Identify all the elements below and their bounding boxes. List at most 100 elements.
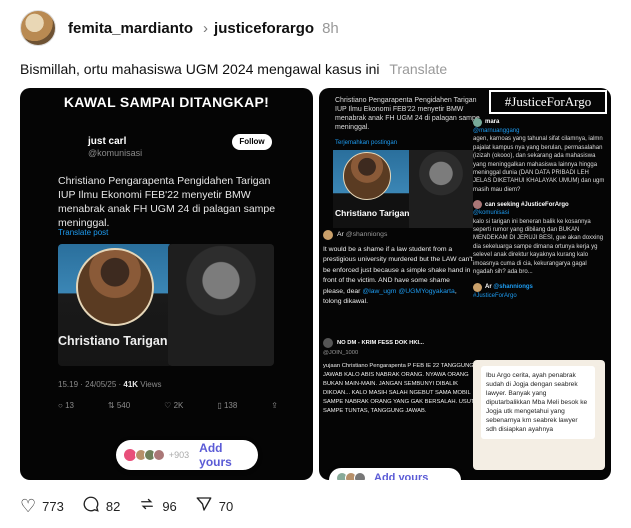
embedded-post-b: NO DM - KRIM FESS DOK HKI... @JOIN_1000 … (323, 338, 475, 416)
post-author: Ar (337, 231, 344, 238)
profile-photo (343, 152, 391, 200)
post-actions: ♡ 773 82 96 70 (20, 495, 251, 518)
embedded-post: mara @marnuanggang agen, karnoas yang ta… (473, 118, 607, 194)
like-button[interactable]: ♡ 773 (20, 496, 64, 517)
post-header: NO DM - KRIM FESS DOK HKI... (323, 338, 475, 348)
avatar (473, 282, 482, 292)
like-count: 773 (42, 499, 64, 514)
embedded-posts-right: mara @marnuanggang agen, karnoas yang ta… (473, 118, 607, 306)
repost-icon (138, 495, 156, 518)
reply-count: 13 (65, 401, 74, 410)
chat-screenshot: Ibu Argo cerita, ayah penabrak sudah di … (473, 360, 605, 470)
tweet-views-label: Views (138, 380, 162, 389)
add-yours-count: +903 (168, 450, 190, 460)
post-author: Ar (485, 283, 492, 290)
post-text: yujaan Christiano Pengarapenta P FEB IE … (323, 363, 475, 414)
repost-count: 540 (116, 401, 131, 410)
post-author: NO DM - KRIM FESS DOK HKI... (337, 339, 424, 346)
post-handle: @JOIN_1000 (323, 350, 359, 356)
share-button[interactable]: 70 (195, 495, 233, 518)
post-handle: @shanniongs (493, 283, 533, 290)
post-text: agen, karnoas yang tahunal sifat cilamny… (473, 136, 605, 193)
photo-caption: Christiano Tarigan (58, 334, 168, 348)
like-stat: ♡ 2K (164, 401, 183, 410)
avatar (323, 230, 333, 241)
post-author: can seeking #JusticeForArgo (485, 201, 569, 208)
embedded-post-a: Ar @shanniongs It would be a shame if a … (323, 230, 473, 308)
add-yours-label: Add yours (199, 441, 232, 469)
avatar (152, 449, 165, 461)
tweet-meta-time: 15.19 · 24/05/25 · (58, 380, 124, 389)
tweet-translate: Translate post (58, 228, 109, 237)
screenshot-text: Christiano Pengarapenta Pengidahen Tarig… (335, 97, 480, 131)
add-yours-label: Add yours (374, 472, 429, 480)
embedded-post: can seeking #JusticeForArgo @komunisasi … (473, 200, 607, 276)
screenshot-photo-right (409, 150, 473, 228)
repost-icon: ⇅ (107, 401, 117, 410)
tweet-author-name: just carl (88, 136, 127, 147)
avatar[interactable] (20, 10, 56, 46)
tweet-views: 41K (123, 380, 139, 389)
heart-icon: ♡ (164, 401, 174, 410)
heart-icon: ♡ (20, 496, 37, 516)
mention-link: @UGMYogyakarta (398, 287, 455, 295)
tweet-text: Christiano Pengarapenta Pengidahen Tarig… (58, 175, 276, 229)
chevron-right-icon: › (203, 19, 209, 37)
avatar (354, 472, 366, 480)
post-text: kalo si tarigan ini beneran balik ke kos… (473, 218, 604, 276)
embedded-post: Ar @shanniongs #JusticeForArgo (473, 282, 607, 300)
repost-button[interactable]: 96 (138, 495, 177, 518)
hashtag-title: #JusticeForArgo (489, 90, 607, 114)
add-yours-button[interactable]: +903 Add yours (116, 440, 258, 470)
caption-text: Bismillah, ortu mahasiswa UGM 2024 menga… (20, 61, 380, 77)
screenshot-photo-left: Christiano Tarigan (333, 150, 411, 228)
reply-stat: ○ 13 (58, 401, 74, 410)
comment-count: 82 (105, 499, 121, 514)
avatar (473, 200, 482, 210)
participant-avatars (336, 472, 366, 480)
hashtag-text: #JusticeForArgo (473, 292, 517, 299)
reply-icon: ○ (58, 401, 66, 410)
community-name[interactable]: justiceforargo (214, 20, 314, 37)
mention-link: @law_ugm (362, 287, 397, 295)
post-handle: @marnuanggang (473, 128, 520, 134)
tweet-meta: 15.19 · 24/05/25 · 41K Views (58, 380, 162, 389)
profile-photo (76, 248, 154, 326)
post-time: 8h (322, 19, 339, 37)
send-icon (195, 495, 213, 518)
follow-button: Follow (232, 134, 272, 150)
post-handle: @komunisasi (473, 210, 510, 217)
post-header: mara (473, 118, 607, 127)
avatar (323, 338, 333, 348)
chat-bubble: Ibu Argo cerita, ayah penabrak sudah di … (481, 366, 595, 439)
add-yours-button[interactable]: Add yours (329, 468, 461, 480)
post-header: Ar @shanniongs (473, 282, 607, 292)
username[interactable]: femita_mardianto (68, 20, 193, 37)
avatar (473, 118, 482, 127)
repost-count: 96 (162, 499, 177, 514)
banner-text: KAWAL SAMPAI DITANGKAP! (63, 94, 270, 110)
post-caption: Bismillah, ortu mahasiswa UGM 2024 menga… (20, 61, 447, 77)
tweet-author-handle: @komunisasi (88, 148, 143, 158)
tweet-actions: ○ 13 ⇅ 540 ♡ 2K ▯ 138 ⇪ (58, 401, 278, 410)
share-count: 70 (218, 499, 234, 514)
image-card-2[interactable]: Christiano Pengarapenta Pengidahen Tarig… (319, 88, 611, 480)
comment-icon (82, 495, 100, 518)
bookmark-count: 138 (223, 401, 238, 410)
translate-link[interactable]: Translate (389, 61, 447, 77)
post-handle: @shanniongs (345, 231, 388, 238)
share-icon: ⇪ (271, 401, 278, 410)
post-header: Ar @shanniongs (323, 230, 473, 241)
photo-caption: Christiano Tarigan (335, 208, 410, 218)
tweet-photo-right (168, 244, 274, 366)
bookmark-icon: ▯ (217, 401, 224, 410)
post-header: femita_mardianto › justiceforargo 8h (20, 8, 339, 48)
comment-button[interactable]: 82 (82, 495, 120, 518)
image-card-1[interactable]: KAWAL SAMPAI DITANGKAP! just carl @komun… (20, 88, 313, 480)
post-author: mara (485, 119, 500, 126)
bookmark-stat: ▯ 138 (217, 401, 237, 410)
post-header: can seeking #JusticeForArgo (473, 200, 607, 210)
tweet-photo-left: Christiano Tarigan (58, 244, 172, 366)
like-count: 2K (173, 401, 184, 410)
translate-small: Terjemahkan postingan (335, 140, 398, 146)
